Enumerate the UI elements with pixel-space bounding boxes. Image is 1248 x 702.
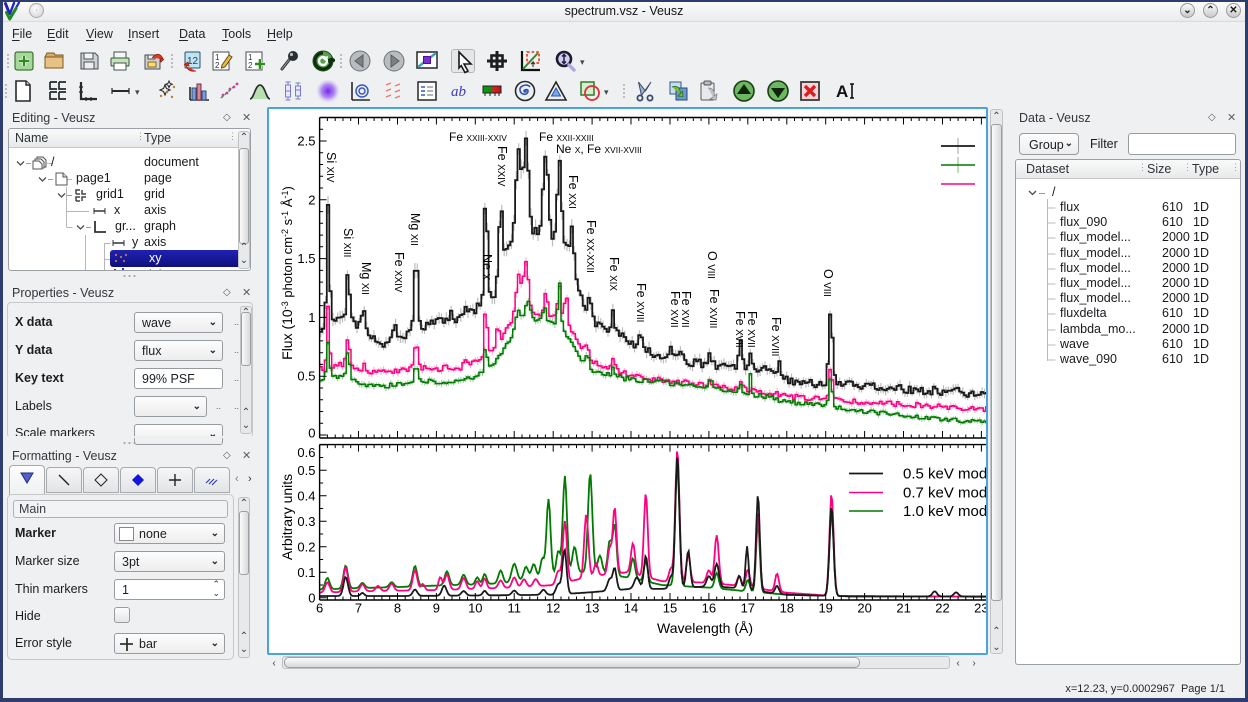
svg-text:0.4: 0.4 bbox=[297, 488, 315, 503]
svg-text:ab: ab bbox=[451, 84, 467, 100]
svg-text:0: 0 bbox=[308, 590, 315, 605]
svg-text:Si XIII: Si XIII bbox=[341, 228, 355, 257]
svg-text:2.5: 2.5 bbox=[297, 134, 315, 149]
svg-text:14: 14 bbox=[624, 601, 638, 616]
svg-text:0.6: 0.6 bbox=[297, 445, 315, 460]
svg-text:Fe XXIV: Fe XXIV bbox=[495, 146, 509, 187]
svg-text:12: 12 bbox=[546, 601, 560, 616]
svg-text:0.3: 0.3 bbox=[297, 514, 315, 529]
svg-text:9: 9 bbox=[433, 601, 440, 616]
svg-text:0.7 keV model: 0.7 keV model bbox=[903, 485, 986, 502]
svg-text:Ne X: Ne X bbox=[480, 254, 494, 280]
svg-text:10: 10 bbox=[468, 601, 482, 616]
svg-text:Si XIV: Si XIV bbox=[324, 152, 338, 183]
svg-text:13: 13 bbox=[585, 601, 599, 616]
svg-text:Fe XXIII-XXIV: Fe XXIII-XXIV bbox=[449, 130, 507, 144]
svg-text:Fe XXIV: Fe XXIV bbox=[392, 252, 406, 293]
svg-text:21: 21 bbox=[896, 601, 910, 616]
svg-text:2: 2 bbox=[308, 192, 315, 207]
svg-text:0.2: 0.2 bbox=[297, 539, 315, 554]
svg-text:1.5: 1.5 bbox=[297, 251, 315, 266]
svg-text:Fe XVIII: Fe XVIII bbox=[634, 283, 648, 322]
svg-text:O VIII: O VIII bbox=[705, 251, 719, 279]
svg-text:17: 17 bbox=[741, 601, 755, 616]
svg-text:Arbitrary units: Arbitrary units bbox=[279, 474, 295, 560]
svg-text:16: 16 bbox=[702, 601, 716, 616]
svg-text:Mg XII: Mg XII bbox=[359, 262, 373, 295]
svg-text:1: 1 bbox=[308, 310, 315, 325]
svg-text:Fe XX-XXII: Fe XX-XXII bbox=[584, 220, 598, 273]
svg-text:Wavelength (Å): Wavelength (Å) bbox=[657, 620, 753, 636]
svg-text:Fe XVII: Fe XVII bbox=[733, 311, 747, 348]
svg-text:20: 20 bbox=[857, 601, 871, 616]
svg-text:18: 18 bbox=[780, 601, 794, 616]
svg-text:Fe XXI: Fe XXI bbox=[566, 175, 580, 209]
svg-text:1.0 keV model: 1.0 keV model bbox=[903, 503, 986, 520]
svg-text:22: 22 bbox=[935, 601, 949, 616]
svg-text:Flux (10-3 photon cm-2 s-1 Å-1: Flux (10-3 photon cm-2 s-1 Å-1) bbox=[279, 186, 295, 360]
svg-text:8: 8 bbox=[394, 601, 401, 616]
svg-text:Fe XVIII: Fe XVIII bbox=[769, 317, 783, 356]
svg-text:Fe XVII: Fe XVII bbox=[745, 311, 759, 348]
svg-text:2: 2 bbox=[248, 61, 253, 70]
svg-text:Ne X, Fe XVII-XVIII: Ne X, Fe XVII-XVIII bbox=[556, 142, 642, 156]
svg-text:15: 15 bbox=[663, 601, 677, 616]
svg-text:0.5: 0.5 bbox=[297, 463, 315, 478]
svg-text:0.5 keV model: 0.5 keV model bbox=[903, 466, 986, 483]
svg-text:0: 0 bbox=[308, 426, 315, 441]
svg-text:O VIII: O VIII bbox=[821, 269, 835, 297]
svg-text:6: 6 bbox=[316, 601, 323, 616]
svg-text:A: A bbox=[836, 82, 848, 101]
svg-text:Fe XVIII: Fe XVIII bbox=[707, 289, 721, 328]
svg-text:19: 19 bbox=[818, 601, 832, 616]
svg-text:11: 11 bbox=[507, 601, 521, 616]
svg-text:0.1: 0.1 bbox=[297, 565, 315, 580]
svg-text:Mg XII: Mg XII bbox=[408, 213, 422, 246]
svg-text:2: 2 bbox=[215, 61, 220, 70]
svg-text:0.5: 0.5 bbox=[297, 369, 315, 384]
svg-text:23: 23 bbox=[974, 601, 986, 616]
svg-text:Fe XIX: Fe XIX bbox=[607, 257, 621, 291]
svg-text:Fe XVII: Fe XVII bbox=[679, 291, 693, 328]
svg-text:7: 7 bbox=[355, 601, 362, 616]
